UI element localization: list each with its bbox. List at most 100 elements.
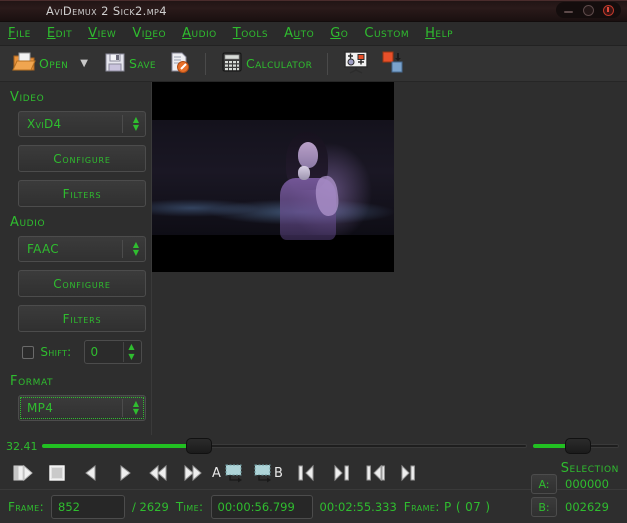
spinner-down-icon[interactable]: ▼ [128,353,134,361]
spinner-arrows-icon[interactable]: ▲ ▼ [123,342,139,362]
menu-bar: File Edit View Video Audio Tools Auto Go… [0,22,627,46]
time-total: 00:02:55.333 [319,499,397,514]
script-button[interactable] [166,50,192,78]
slider-fill [42,444,200,448]
next-keyframe-button[interactable] [324,460,358,486]
avidemux-window: AviDemux 2 Sick2.mp4 File Edit View Vide… [0,0,627,523]
main-body: Video XviD4 ▲ ▼ Configure Filters Audio F… [0,82,627,435]
audio-configure-button[interactable]: Configure [18,270,146,297]
frame-value: 852 [58,499,80,514]
open-button[interactable]: Open [10,50,70,78]
play-button[interactable] [6,460,40,486]
minimize-icon[interactable] [563,5,574,16]
toolbar-separator-1 [204,52,206,75]
video-filters-button[interactable]: Filters [18,180,146,207]
title-bar[interactable]: AviDemux 2 Sick2.mp4 [0,0,627,22]
stop-button[interactable] [40,460,74,486]
shift-checkbox[interactable] [22,345,35,359]
combo-divider [122,115,123,133]
prev-keyframe-icon [298,464,314,482]
previous-frame-button[interactable] [74,460,108,486]
selection-b-button[interactable]: B: [531,497,557,517]
shift-value: 0 [90,345,99,359]
video-preview[interactable] [152,82,394,272]
next-black-frame-icon [401,464,415,482]
priority-queue-icon [381,50,405,78]
prev-frame-icon [85,464,96,482]
mark-b-button[interactable]: B [250,460,290,486]
priority-button[interactable] [379,50,407,78]
menu-item-file[interactable]: File [8,26,31,41]
menu-item-auto[interactable]: Auto [284,26,314,41]
selection-a-button[interactable]: A: [531,474,557,494]
status-bar: Frame: 852 / 2629 Time: 00:00:56.799 00:… [0,474,627,523]
video-configure-button[interactable]: Configure [18,145,146,172]
slider-handle[interactable] [186,438,213,454]
maximize-icon[interactable] [583,4,594,16]
audio-section-title: Audio [10,215,46,230]
settings-sidebar: Video XviD4 ▲ ▼ Configure Filters Audio F… [0,82,152,435]
spinner-up-icon[interactable]: ▲ [128,343,134,351]
menu-label-file: ile [15,26,31,41]
window-title: AviDemux 2 Sick2.mp4 [46,3,167,18]
previous-black-frame-button[interactable] [358,460,392,486]
next-frame-icon [120,464,131,482]
save-button[interactable]: Save [102,50,158,78]
floppy-disk-icon [104,51,126,77]
updown-arrows-icon[interactable]: ▲ ▼ [133,400,139,416]
play-icon [13,464,33,482]
open-label: Open [39,56,69,71]
frame-input[interactable]: 852 [51,494,126,519]
previous-keyframe-button[interactable] [290,460,324,486]
prev-black-frame-icon [366,464,385,482]
combo-divider [122,240,123,258]
save-label: Save [129,56,156,71]
time-input[interactable]: 00:00:56.799 [210,494,313,519]
jobs-button[interactable] [341,50,371,78]
menu-item-help[interactable]: Help [425,26,453,41]
frame-total: / 2629 [132,499,169,514]
updown-arrows-icon[interactable]: ▲ ▼ [133,241,139,257]
close-icon[interactable] [603,4,614,16]
stop-icon [49,465,65,481]
calculator-label: Calculator [245,56,313,71]
format-section-title: Format [10,374,54,389]
audio-codec-select[interactable]: FAAC ▲ ▼ [18,236,146,262]
toolbar: Open ▼ Save Calculator [0,46,627,82]
menu-item-custom[interactable]: Custom [364,26,409,41]
figure-microphone [298,166,310,180]
updown-arrows-icon[interactable]: ▲ ▼ [133,116,139,132]
position-slider[interactable] [42,438,527,454]
selection-a-row: A: 000000 [531,474,609,494]
selection-slider[interactable] [533,438,619,454]
format-container-select[interactable]: MP4 ▲ ▼ [18,395,146,421]
mark-b-icon: B [254,464,283,483]
script-wrench-icon [168,51,190,77]
next-black-frame-button[interactable] [392,460,426,486]
jobs-board-icon [343,50,369,78]
chevron-down-icon[interactable]: ▼ [80,58,88,69]
slider-handle[interactable] [564,438,591,454]
next-frame-button[interactable] [108,460,142,486]
fast-forward-button[interactable] [176,460,210,486]
audio-filters-button[interactable]: Filters [18,305,146,332]
menu-item-video[interactable]: Video [132,26,166,41]
calculator-icon [221,51,243,77]
window-controls [556,2,621,18]
forward-icon [184,464,202,482]
calculator-button[interactable]: Calculator [219,50,314,78]
video-frame-content [152,120,394,240]
menu-item-view[interactable]: View [88,26,116,41]
mark-a-button[interactable]: A [210,460,250,486]
menu-item-edit[interactable]: Edit [47,26,72,41]
shift-spinner[interactable]: 0 ▲ ▼ [83,340,142,364]
selection-panel: A: 000000 B: 002629 [531,454,623,520]
shift-label: Shift: [40,345,72,359]
fast-rewind-button[interactable] [142,460,176,486]
rewind-icon [149,464,167,482]
menu-item-audio[interactable]: Audio [182,26,217,41]
video-codec-select[interactable]: XviD4 ▲ ▼ [18,111,146,137]
menu-item-tools[interactable]: Tools [233,26,268,41]
menu-item-go[interactable]: Go [330,26,348,41]
bottom-area: 32.41 A B Selection Frame: 852 / 2629 Ti… [0,435,627,523]
